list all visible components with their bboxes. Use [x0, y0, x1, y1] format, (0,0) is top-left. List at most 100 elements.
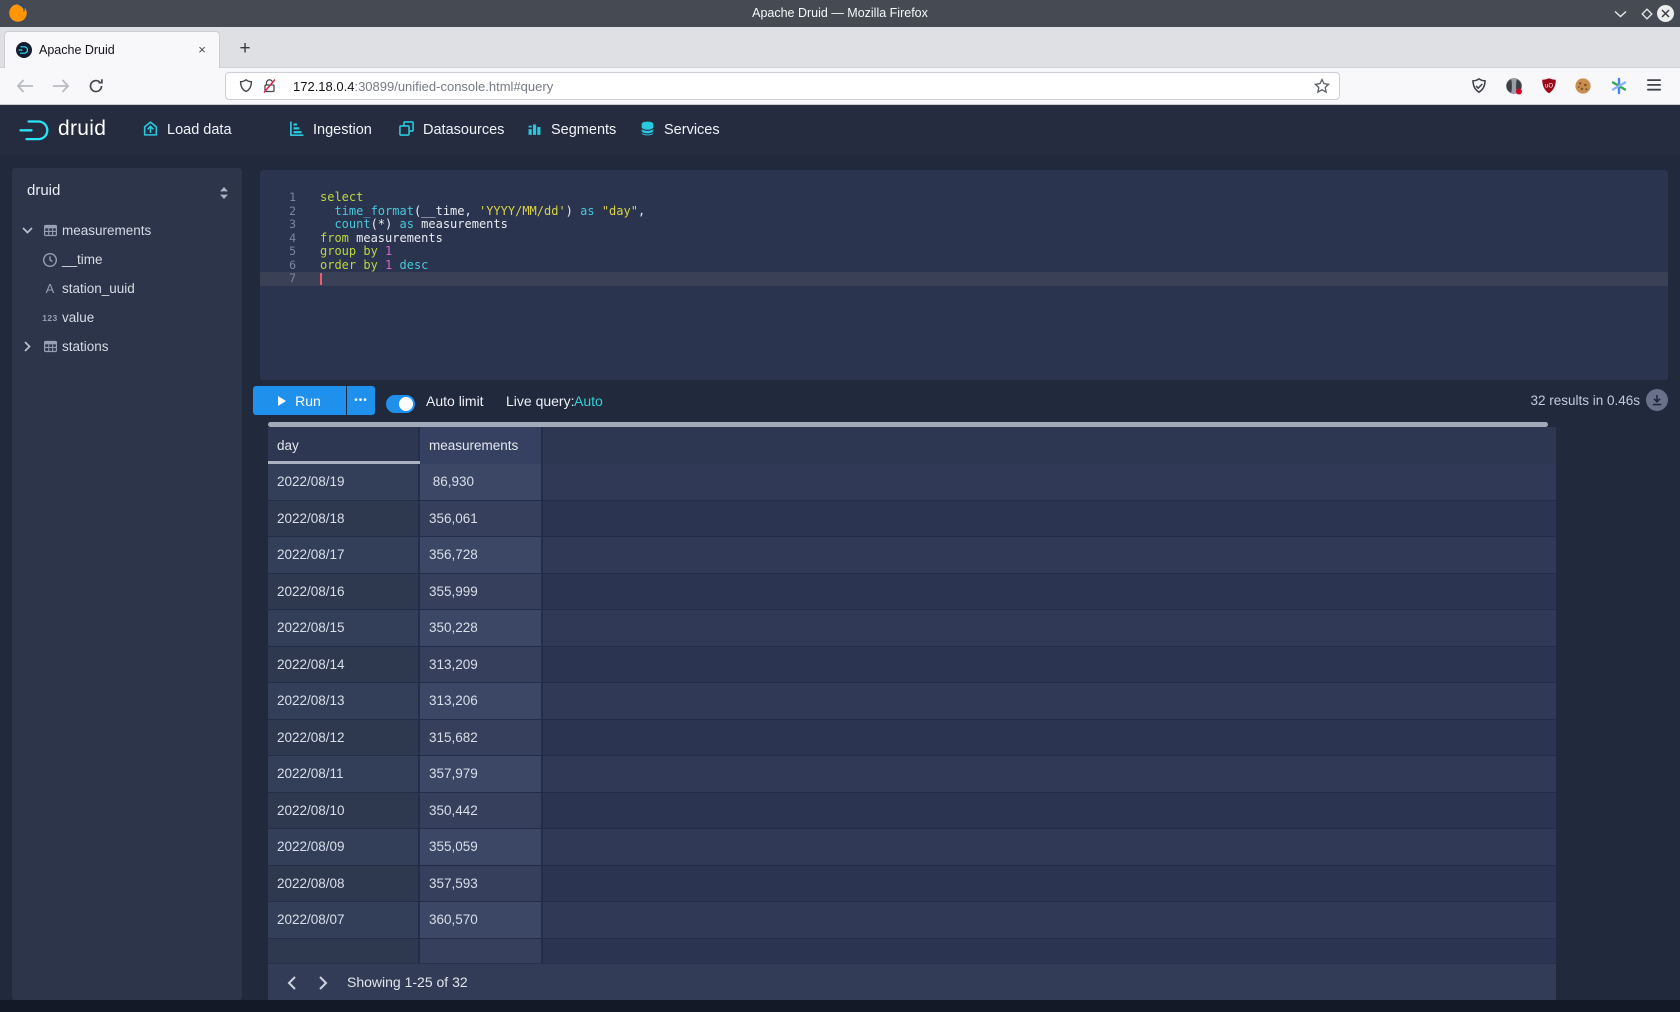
tree-item-station-uuid[interactable]: A station_uuid [12, 274, 242, 303]
filler-cell [543, 610, 1556, 647]
day-cell[interactable]: 2022/08/08 [268, 866, 420, 903]
back-icon[interactable] [16, 79, 34, 98]
measurements-cell[interactable]: 355,059 [420, 829, 543, 866]
day-cell[interactable]: 2022/08/16 [268, 574, 420, 611]
run-button[interactable]: Run [253, 386, 346, 415]
measurements-cell[interactable]: 357,979 [420, 756, 543, 793]
tree-item-label: station_uuid [62, 281, 135, 296]
day-cell[interactable]: 2022/08/17 [268, 537, 420, 574]
table-row: 2022/08/13313,206 [268, 683, 1556, 720]
editor-code[interactable]: select time_format(__time, 'YYYY/MM/dd')… [320, 191, 645, 286]
line-number: 2 [260, 205, 296, 219]
day-cell[interactable]: 2022/08/19 [268, 464, 420, 501]
measurements-cell[interactable]: 356,728 [420, 537, 543, 574]
nav-label: Ingestion [313, 122, 372, 138]
code-line[interactable]: order by 1 desc [320, 259, 645, 273]
table-row: 2022/08/07360,570 [268, 902, 1556, 939]
table-row: 2022/08/16355,999 [268, 574, 1556, 611]
nav-datasources[interactable]: Datasources [398, 105, 504, 155]
day-cell[interactable]: 2022/08/18 [268, 501, 420, 538]
browser-tab[interactable]: Apache Druid × [4, 31, 220, 68]
privacy-shield-extension-icon[interactable] [1470, 77, 1488, 100]
tree-item-measurements[interactable]: measurements [12, 216, 242, 245]
chevron-right-icon[interactable] [20, 340, 34, 354]
new-tab-button[interactable]: + [232, 36, 258, 62]
filler-cell [543, 866, 1556, 903]
ublock-extension-icon[interactable]: uO [1540, 77, 1558, 100]
chevron-down-icon[interactable] [20, 224, 34, 238]
filler-cell [543, 756, 1556, 793]
druid-logo-icon[interactable] [18, 118, 56, 148]
sql-editor[interactable]: 1234567 select time_format(__time, 'YYYY… [260, 170, 1668, 380]
line-number: 7 [260, 272, 296, 286]
measurements-cell[interactable]: 313,209 [420, 647, 543, 684]
measurements-cell[interactable]: 350,442 [420, 793, 543, 830]
tab-title: Apache Druid [39, 43, 115, 57]
column-header-day[interactable]: day [268, 427, 420, 464]
nav-load-data[interactable]: Load data [142, 105, 232, 155]
tree-item-stations[interactable]: stations [12, 332, 242, 361]
forward-icon[interactable] [52, 79, 70, 98]
measurements-cell[interactable]: 313,206 [420, 683, 543, 720]
measurements-cell[interactable]: 360,570 [420, 902, 543, 939]
code-line[interactable]: select [320, 191, 645, 205]
run-more-button[interactable]: ••• [347, 386, 375, 415]
day-cell[interactable]: 2022/08/14 [268, 647, 420, 684]
table-row: 2022/08/11357,979 [268, 756, 1556, 793]
tree-item-time[interactable]: __time [12, 245, 242, 274]
extension-badge-icon[interactable] [1505, 77, 1523, 100]
insecure-lock-icon[interactable] [262, 78, 277, 99]
nav-services[interactable]: Services [639, 105, 720, 155]
code-line[interactable]: time_format(__time, 'YYYY/MM/dd') as "da… [320, 205, 645, 219]
measurements-cell[interactable]: 357,593 [420, 866, 543, 903]
prev-page-icon[interactable] [280, 972, 302, 994]
measurements-cell[interactable]: 315,682 [420, 720, 543, 757]
code-line[interactable] [320, 272, 645, 286]
filler-cell [543, 574, 1556, 611]
day-cell[interactable]: 2022/08/12 [268, 720, 420, 757]
services-icon [639, 120, 656, 141]
maximize-button[interactable] [1637, 4, 1656, 23]
tracking-shield-icon[interactable] [238, 78, 254, 99]
measurements-cell[interactable]: 356,061 [420, 501, 543, 538]
minimize-button[interactable] [1611, 4, 1630, 23]
nav-ingestion[interactable]: Ingestion [288, 105, 372, 155]
code-line[interactable]: from measurements [320, 232, 645, 246]
druid-logo-text[interactable]: druid [58, 117, 106, 141]
browser-toolbar: 172.18.0.4:30899/unified-console.html#qu… [0, 68, 1680, 105]
window-titlebar[interactable]: Apache Druid — Mozilla Firefox [0, 0, 1680, 27]
table-row: 2022/08/08357,593 [268, 866, 1556, 903]
close-button[interactable] [1656, 4, 1675, 23]
filler-cell [543, 537, 1556, 574]
cookie-extension-icon[interactable] [1574, 77, 1592, 100]
editor-gutter: 1234567 [260, 191, 296, 286]
day-cell[interactable]: 2022/08/10 [268, 793, 420, 830]
reload-icon[interactable] [88, 78, 104, 99]
measurements-cell[interactable]: 350,228 [420, 610, 543, 647]
measurements-cell[interactable]: 355,999 [420, 574, 543, 611]
next-page-icon[interactable] [312, 972, 334, 994]
tree-item-value[interactable]: 123 value [12, 303, 242, 332]
measurements-cell[interactable]: 86,930 [420, 464, 543, 501]
day-cell[interactable]: 2022/08/09 [268, 829, 420, 866]
code-line[interactable]: count(*) as measurements [320, 218, 645, 232]
code-line[interactable]: group by 1 [320, 245, 645, 259]
nav-segments[interactable]: Segments [526, 105, 616, 155]
day-cell[interactable]: 2022/08/07 [268, 902, 420, 939]
bookmark-star-icon[interactable] [1314, 78, 1330, 99]
menu-icon[interactable] [1646, 78, 1662, 97]
tab-close-button[interactable]: × [193, 41, 211, 59]
url-bar[interactable]: 172.18.0.4:30899/unified-console.html#qu… [225, 72, 1340, 100]
schema-selector[interactable]: druid [27, 182, 60, 199]
line-number: 5 [260, 245, 296, 259]
column-header-measurements[interactable]: measurements [420, 427, 543, 464]
day-cell[interactable]: 2022/08/11 [268, 756, 420, 793]
double-caret-icon[interactable] [218, 186, 230, 205]
day-cell[interactable]: 2022/08/15 [268, 610, 420, 647]
download-icon[interactable] [1646, 389, 1668, 411]
live-query-value[interactable]: Auto [574, 393, 603, 409]
pinwheel-extension-icon[interactable] [1610, 77, 1628, 100]
day-cell[interactable]: 2022/08/13 [268, 683, 420, 720]
filler-cell [543, 464, 1556, 501]
auto-limit-toggle[interactable] [386, 395, 415, 413]
